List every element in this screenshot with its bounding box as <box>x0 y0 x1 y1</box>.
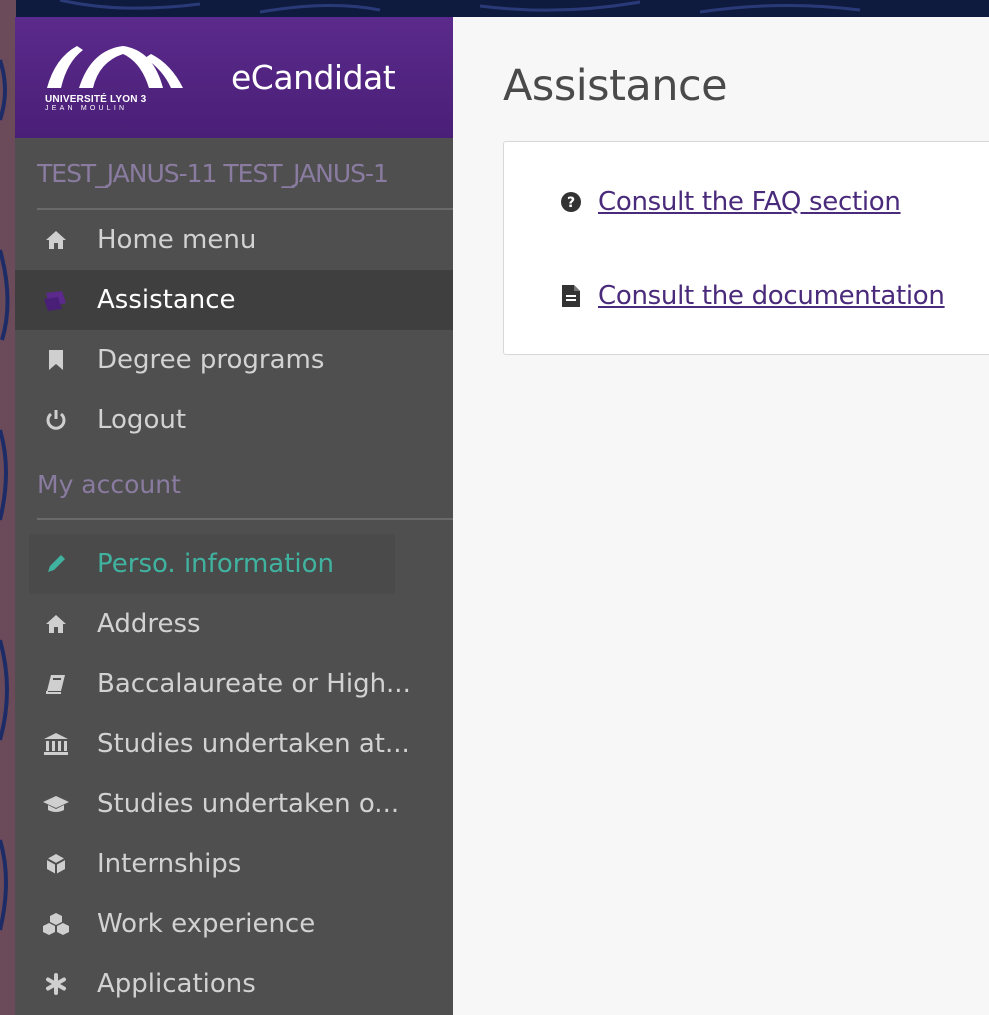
bookmark-icon <box>39 347 73 373</box>
app-name: eCandidat <box>231 58 396 97</box>
nav-item-label: Assistance <box>97 285 236 315</box>
nav-item-studies-at[interactable]: Studies undertaken at... <box>15 714 453 774</box>
nav-item-perso-information[interactable]: Perso. information <box>29 534 395 594</box>
main-nav: Home menu Assistance Degree programs Log… <box>15 210 453 450</box>
nav-item-degree-programs[interactable]: Degree programs <box>15 330 453 390</box>
faq-link[interactable]: Consult the FAQ section <box>598 187 901 217</box>
sidebar: UNIVERSITÉ LYON 3 JEAN MOULIN eCandidat … <box>15 17 453 1015</box>
page-title: Assistance <box>503 61 728 111</box>
nav-item-applications[interactable]: Applications <box>15 954 453 1014</box>
nav-item-baccalaureate[interactable]: Baccalaureate or High... <box>15 654 453 714</box>
nav-item-label: Perso. information <box>97 549 335 579</box>
pencil-icon <box>39 551 73 577</box>
user-name: TEST_JANUS-11 TEST_JANUS-1 <box>37 138 453 210</box>
home-icon <box>39 227 73 253</box>
app-window: UNIVERSITÉ LYON 3 JEAN MOULIN eCandidat … <box>15 17 989 1015</box>
cubes-icon <box>39 911 73 937</box>
brand-header: UNIVERSITÉ LYON 3 JEAN MOULIN eCandidat <box>15 17 453 138</box>
nav-item-address[interactable]: Address <box>15 594 453 654</box>
nav-item-label: Degree programs <box>97 345 325 375</box>
main-content: Assistance ? Consult the FAQ section Con… <box>453 17 989 1015</box>
book-icon <box>39 671 73 697</box>
university-logo[interactable]: UNIVERSITÉ LYON 3 JEAN MOULIN <box>45 38 185 118</box>
logo-arches-icon <box>47 45 183 88</box>
nav-item-label: Studies undertaken at... <box>97 729 410 759</box>
faq-link-row: ? Consult the FAQ section <box>560 182 989 222</box>
file-text-icon <box>560 283 582 309</box>
nav-item-home[interactable]: Home menu <box>15 210 453 270</box>
asterisk-icon <box>39 971 73 997</box>
nav-item-label: Work experience <box>97 909 316 939</box>
nav-item-label: Home menu <box>97 225 257 255</box>
my-account-title: My account <box>37 450 453 520</box>
documentation-link[interactable]: Consult the documentation <box>598 281 945 311</box>
assistance-panel: ? Consult the FAQ section Consult the do… <box>503 141 989 355</box>
nav-item-label: Studies undertaken o... <box>97 789 400 819</box>
cube-icon <box>39 851 73 877</box>
institution-icon <box>39 731 73 757</box>
nav-item-label: Logout <box>97 405 187 435</box>
nav-item-studies-o[interactable]: Studies undertaken o... <box>15 774 453 834</box>
nav-item-work-experience[interactable]: Work experience <box>15 894 453 954</box>
documentation-link-row: Consult the documentation <box>560 276 989 316</box>
svg-text:?: ? <box>567 195 575 211</box>
nav-item-internships[interactable]: Internships <box>15 834 453 894</box>
nav-item-assistance[interactable]: Assistance <box>15 270 453 330</box>
nav-item-label: Baccalaureate or High... <box>97 669 411 699</box>
logo-line-1: UNIVERSITÉ LYON 3 <box>45 93 147 105</box>
question-circle-icon: ? <box>560 189 582 215</box>
nav-item-label: Applications <box>97 969 256 999</box>
nav-item-label: Internships <box>97 849 242 879</box>
home-icon <box>39 611 73 637</box>
account-nav: Perso. information Address Baccalaureate… <box>15 520 453 1014</box>
support-icon <box>39 287 73 313</box>
power-icon <box>39 407 73 433</box>
logo-line-2: JEAN MOULIN <box>45 104 128 112</box>
nav-item-logout[interactable]: Logout <box>15 390 453 450</box>
graduation-cap-icon <box>39 791 73 817</box>
nav-item-label: Address <box>97 609 201 639</box>
